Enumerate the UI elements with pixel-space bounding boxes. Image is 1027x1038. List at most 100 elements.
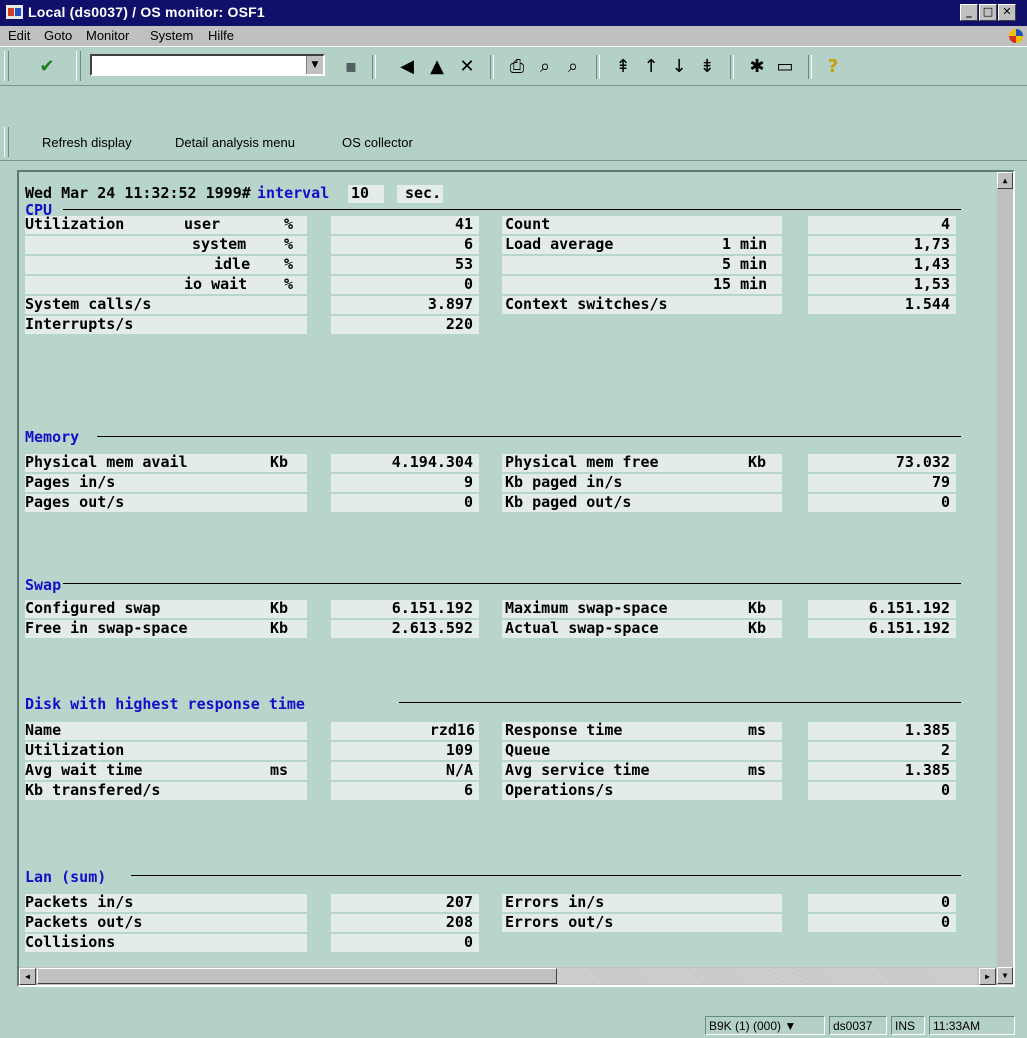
mem-free-label: Physical mem free (505, 453, 659, 471)
interval-value: 10 (351, 184, 370, 202)
menu-monitor[interactable]: Monitor (86, 28, 129, 43)
mem-avail-unit: Kb (270, 453, 289, 471)
minimize-button[interactable]: _ (960, 4, 978, 21)
scroll-track[interactable] (557, 968, 977, 984)
toolbar-separator (808, 55, 812, 79)
pages-out-label: Pages out/s (25, 493, 125, 511)
collisions-label: Collisions (25, 933, 116, 951)
status-bar: B9K (1) (000) ▼ ds0037 INS 11:33AM (0, 1013, 1027, 1038)
pct-label: % (284, 275, 294, 293)
field-background (25, 722, 307, 740)
refresh-display-button[interactable]: Refresh display (42, 135, 132, 150)
enter-check-icon[interactable]: ✔ (36, 56, 58, 78)
save-icon[interactable]: ▪ (340, 56, 362, 78)
mem-free-value: 73.032 (895, 453, 950, 471)
queue-label: Queue (505, 741, 551, 759)
scroll-left-icon[interactable]: ◀ (19, 968, 36, 985)
detail-analysis-menu-button[interactable]: Detail analysis menu (175, 135, 295, 150)
next-page-icon[interactable]: ↓ (668, 56, 690, 78)
configured-swap-unit: Kb (270, 599, 289, 617)
help-icon[interactable]: ? (822, 56, 844, 78)
section-rule (63, 583, 961, 584)
previous-page-icon[interactable]: ↑ (640, 56, 662, 78)
configured-swap-label: Configured swap (25, 599, 161, 617)
section-rule (97, 436, 961, 437)
cpu-iowait-value: 0 (463, 275, 473, 293)
section-disk: Disk with highest response time (25, 695, 305, 713)
sap-status-icon (1009, 29, 1023, 43)
cpu-idle-label: idle (214, 255, 251, 273)
os-monitor-screen: Wed Mar 24 11:32:52 1999# interval 10 se… (17, 170, 1015, 987)
cpu-system-label: system (192, 235, 247, 253)
print-icon[interactable]: ⎙ (506, 56, 528, 78)
collisions-value: 0 (463, 933, 473, 951)
kb-transfered-label: Kb transfered/s (25, 781, 161, 799)
find-icon[interactable]: ⌕ (534, 56, 556, 78)
max-swap-value: 6.151.192 (868, 599, 950, 617)
back-icon[interactable]: ◀ (396, 56, 418, 78)
first-page-icon[interactable]: ⇞ (612, 56, 634, 78)
load15-label: 15 min (713, 275, 768, 293)
scroll-up-icon[interactable]: ▲ (997, 172, 1013, 189)
toolbar-grip (76, 51, 81, 81)
kb-paged-out-value: 0 (940, 493, 950, 511)
pct-label: % (284, 235, 294, 253)
interrupts-value: 220 (445, 315, 473, 333)
vertical-scrollbar[interactable]: ▲ ▼ (997, 172, 1013, 985)
load15-value: 1,53 (913, 275, 950, 293)
last-page-icon[interactable]: ⇟ (696, 56, 718, 78)
interval-label: interval (257, 184, 330, 202)
field-background (25, 256, 307, 274)
find-next-icon[interactable]: ⌕ (562, 56, 584, 78)
system-calls-value: 3.897 (427, 295, 473, 313)
chevron-down-icon[interactable]: ▼ (784, 1019, 796, 1033)
max-swap-unit: Kb (748, 599, 767, 617)
configured-swap-value: 6.151.192 (391, 599, 473, 617)
kb-paged-in-label: Kb paged in/s (505, 473, 623, 491)
new-session-icon[interactable]: ✱ (746, 56, 768, 78)
mem-free-unit: Kb (748, 453, 767, 471)
standard-toolbar: ✔ ▼ ▪ ◀ ▲ ✕ ⎙ ⌕ ⌕ ⇞ ↑ ↓ ⇟ ✱ ▭ ? (0, 46, 1027, 86)
shortcut-icon[interactable]: ▭ (774, 56, 796, 78)
pages-out-value: 0 (463, 493, 473, 511)
cpu-user-label: user (184, 215, 221, 233)
menu-goto[interactable]: Goto (44, 28, 72, 43)
avg-service-unit: ms (748, 761, 767, 779)
cpu-idle-value: 53 (454, 255, 473, 273)
actual-swap-unit: Kb (748, 619, 767, 637)
exit-icon[interactable]: ▲ (426, 56, 448, 78)
kb-paged-out-label: Kb paged out/s (505, 493, 632, 511)
system-calls-label: System calls/s (25, 295, 152, 313)
disk-utilization-label: Utilization (25, 741, 125, 759)
packets-out-label: Packets out/s (25, 913, 143, 931)
maximize-button[interactable]: □ (979, 4, 997, 21)
menu-system[interactable]: System (150, 28, 193, 43)
chevron-down-icon[interactable]: ▼ (306, 56, 323, 74)
packets-in-value: 207 (445, 893, 473, 911)
kb-paged-in-value: 79 (931, 473, 950, 491)
cpu-utilization-label: Utilization (25, 215, 125, 233)
menu-bar: Edit Goto Monitor System Hilfe (0, 26, 1027, 46)
mem-avail-label: Physical mem avail (25, 453, 188, 471)
load-average-label: Load average (505, 235, 614, 253)
field-background (25, 236, 307, 254)
operations-value: 0 (940, 781, 950, 799)
horizontal-scrollbar[interactable]: ◀ ▶ (19, 967, 997, 985)
system-info-field[interactable]: B9K (1) (000) ▼ (705, 1016, 825, 1035)
avg-wait-unit: ms (270, 761, 289, 779)
scroll-right-icon[interactable]: ▶ (979, 968, 996, 985)
errors-out-label: Errors out/s (505, 913, 614, 931)
os-collector-button[interactable]: OS collector (342, 135, 413, 150)
horizontal-scroll-thumb[interactable] (37, 968, 557, 984)
command-field[interactable]: ▼ (90, 54, 325, 76)
packets-in-label: Packets in/s (25, 893, 134, 911)
scroll-down-icon[interactable]: ▼ (997, 967, 1013, 984)
timestamp: Wed Mar 24 11:32:52 1999# (25, 184, 251, 202)
close-button[interactable]: ✕ (998, 4, 1016, 21)
avg-wait-value: N/A (445, 761, 473, 779)
menu-edit[interactable]: Edit (8, 28, 30, 43)
menu-hilfe[interactable]: Hilfe (208, 28, 234, 43)
time-field: 11:33AM (929, 1016, 1015, 1035)
section-rule (399, 702, 961, 703)
cancel-icon[interactable]: ✕ (456, 56, 478, 78)
